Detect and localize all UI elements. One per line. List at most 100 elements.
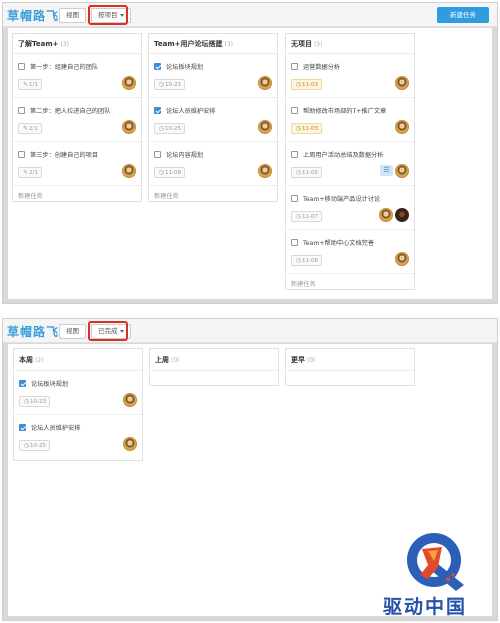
task-title: Team+帮助中心文档完善 (303, 240, 375, 247)
task-checkbox[interactable] (291, 151, 298, 158)
task-checkbox[interactable] (19, 380, 26, 387)
assignee-avatar[interactable] (258, 164, 272, 178)
task-due-date: 11-05 (302, 170, 318, 176)
highlight-frame (88, 321, 128, 341)
view-button[interactable]: 视图 (59, 324, 86, 339)
task-card[interactable]: 第三步：创建自己的项目 ✎2/1 (13, 142, 141, 186)
task-card[interactable]: 帮助修改市场部的T+推广文章 ◷11-03 (286, 98, 414, 142)
task-meta: ◷11-07 (291, 211, 322, 222)
top-bar: 草帽路飞 视图 已完成 (3, 319, 497, 343)
watermark-text: 驱动中国 (383, 596, 468, 618)
clock-icon: ◷ (158, 125, 165, 132)
task-card[interactable]: 论坛人员维护安排 ◷10-25 (149, 98, 277, 142)
task-due-date: 10-23 (30, 399, 46, 405)
assignee-avatar[interactable] (395, 164, 409, 178)
assignee-avatar[interactable] (122, 120, 136, 134)
column-title: Team+用户论坛搭建 (154, 40, 223, 48)
task-title: 论坛内容规划 (166, 152, 204, 159)
column-count: (5) (314, 41, 323, 48)
task-meta: ◷10-25 (19, 440, 50, 451)
kanban-board: 了解Team+ (3) 第一步：组建自己的团队 ✎1/1 第二步：把人拉进自己的团… (8, 28, 492, 299)
task-checkbox[interactable] (18, 107, 25, 114)
task-checkbox[interactable] (291, 195, 298, 202)
task-meta: ◷11-05 (291, 167, 322, 178)
task-meta-text: 2/1 (29, 170, 38, 176)
clock-icon: ◷ (158, 81, 165, 88)
task-card[interactable]: 上周用户活动总结及数据分析 ◷11-05 ☰ (286, 142, 414, 186)
task-checkbox[interactable] (154, 107, 161, 114)
assignee-avatar[interactable] (123, 393, 137, 407)
task-title: 运营数据分析 (303, 64, 341, 71)
task-card[interactable]: 第二步：把人拉进自己的团队 ✎2/1 (13, 98, 141, 142)
assignee-avatar[interactable] (379, 208, 393, 222)
task-meta: ◷11-08 (291, 255, 322, 266)
column-count: (3) (224, 41, 233, 48)
highlight-frame (88, 5, 128, 25)
task-title: 第三步：创建自己的项目 (30, 152, 99, 159)
assignee-avatar[interactable] (395, 252, 409, 266)
task-due-date: 11-03 (302, 82, 318, 88)
column-header: 了解Team+ (3) (13, 34, 141, 54)
clock-icon: ◷ (295, 213, 302, 220)
brand-title[interactable]: 草帽路飞 (7, 7, 59, 24)
task-meta: ◷10-23 (19, 396, 50, 407)
tag-icon: ✎ (22, 169, 29, 176)
column-this-week: 本周 (2) 论坛板块规划 ◷10-23 论坛人员维护安排 ◷10-25 (13, 348, 143, 461)
task-checkbox[interactable] (18, 151, 25, 158)
task-card[interactable]: 第一步：组建自己的团队 ✎1/1 (13, 54, 141, 98)
task-card[interactable]: Team+帮助中心文档完善 ◷11-08 (286, 230, 414, 274)
task-due-date: 11-07 (302, 214, 318, 220)
clock-icon: ◷ (295, 169, 302, 176)
task-card[interactable]: 论坛内容规划 ◷11-08 (149, 142, 277, 186)
column-count: (2) (35, 357, 44, 364)
column-count: (3) (60, 41, 69, 48)
column-count: (0) (171, 357, 180, 364)
assignee-avatar[interactable] (258, 76, 272, 90)
task-meta: ◷11-08 (154, 167, 185, 178)
task-checkbox[interactable] (18, 63, 25, 70)
new-task-link[interactable]: 新建任务 (13, 186, 141, 204)
task-card[interactable]: 论坛人员维护安排 ◷10-25 (14, 415, 142, 459)
column-title: 了解Team+ (18, 40, 59, 48)
task-meta: ◷11-03 (291, 123, 322, 134)
new-task-link[interactable]: 新建任务 (286, 274, 414, 292)
view-button[interactable]: 视图 (59, 8, 86, 23)
task-meta-text: 1/1 (29, 82, 38, 88)
comment-icon[interactable]: ☰ (380, 165, 393, 176)
clock-icon: ◷ (295, 257, 302, 264)
task-card[interactable]: 论坛板块规划 ◷10-23 (149, 54, 277, 98)
task-checkbox[interactable] (154, 63, 161, 70)
tag-icon: ✎ (22, 125, 29, 132)
assignee-avatar[interactable] (122, 76, 136, 90)
task-card[interactable]: 运营数据分析 ◷11-03 (286, 54, 414, 98)
task-meta: ✎1/1 (18, 79, 42, 90)
column-forum-setup: Team+用户论坛搭建 (3) 论坛板块规划 ◷10-23 论坛人员维护安排 ◷1… (148, 33, 278, 202)
new-task-button[interactable]: 新建任务 (437, 7, 489, 23)
brand-title[interactable]: 草帽路飞 (7, 323, 59, 340)
task-title: Team+移动端产品设计讨论 (303, 196, 381, 203)
task-checkbox[interactable] (291, 239, 298, 246)
task-due-date: 10-25 (30, 443, 46, 449)
task-card[interactable]: Team+移动端产品设计讨论 ◷11-07 (286, 186, 414, 230)
new-task-link[interactable]: 新建任务 (149, 186, 277, 204)
assignee-avatar[interactable] (395, 120, 409, 134)
task-checkbox[interactable] (19, 424, 26, 431)
assignee-avatar[interactable] (258, 120, 272, 134)
task-title: 第二步：把人拉进自己的团队 (30, 108, 111, 115)
assignee-avatar[interactable] (122, 164, 136, 178)
clock-icon: ◷ (23, 442, 30, 449)
tag-icon: ✎ (22, 81, 29, 88)
task-checkbox[interactable] (291, 63, 298, 70)
assignee-avatar[interactable] (123, 437, 137, 451)
clock-icon: ◷ (295, 125, 302, 132)
task-due-date: 10-23 (165, 82, 181, 88)
task-meta: ◷10-25 (154, 123, 185, 134)
column-title: 本周 (19, 356, 33, 364)
column-count: (0) (307, 357, 316, 364)
task-checkbox[interactable] (154, 151, 161, 158)
column-last-week: 上周 (0) (149, 348, 279, 386)
task-checkbox[interactable] (291, 107, 298, 114)
task-card[interactable]: 论坛板块规划 ◷10-23 (14, 371, 142, 415)
assignee-avatar[interactable] (395, 76, 409, 90)
assignee-avatar[interactable] (395, 208, 409, 222)
